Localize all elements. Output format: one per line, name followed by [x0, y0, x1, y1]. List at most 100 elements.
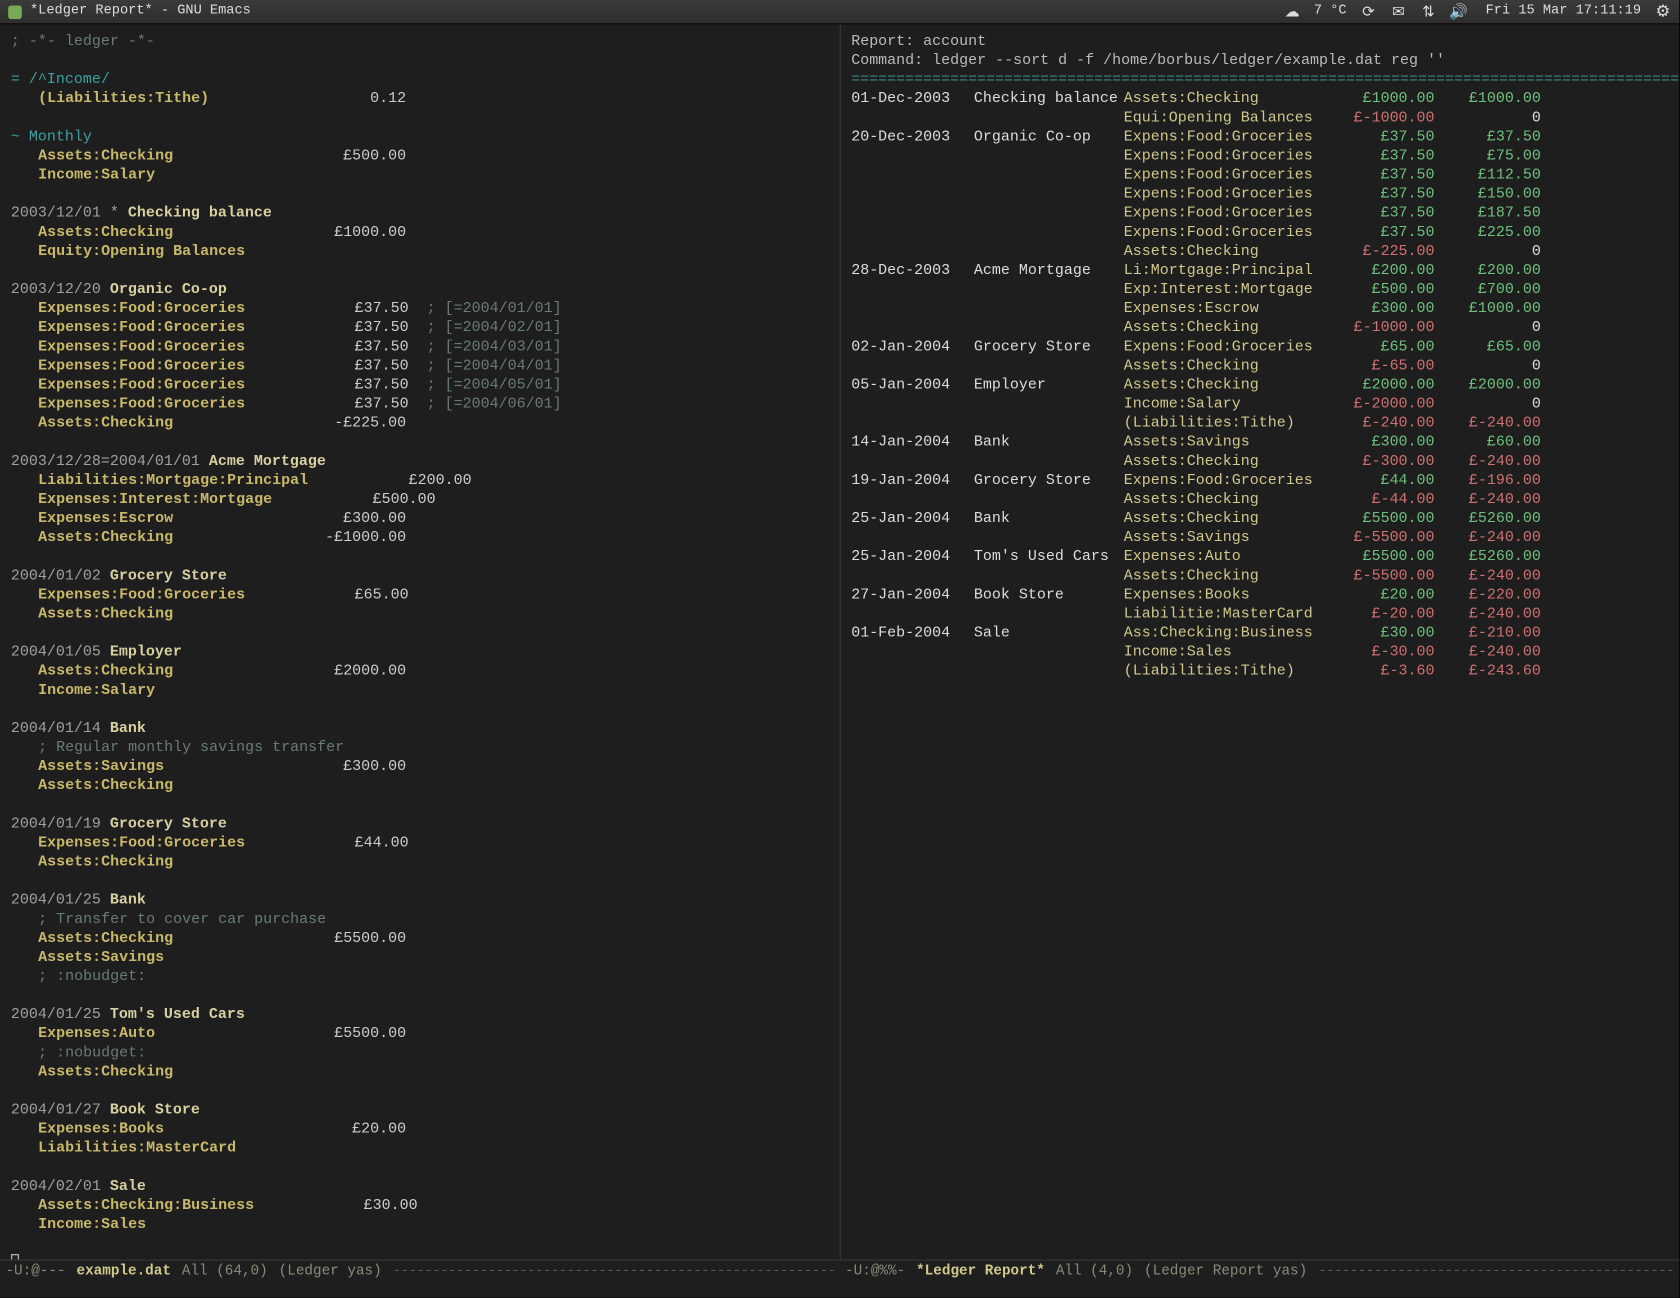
- posting: Assets:Checking-£225.00: [11, 414, 828, 433]
- posting: Expenses:Food:Groceries£37.50 ; [=2004/0…: [11, 376, 828, 395]
- transaction-head: 2004/01/25 Tom's Used Cars: [11, 1006, 828, 1025]
- report-row: Income:Sales £-30.00 £-240.00: [851, 643, 1668, 662]
- volume-icon[interactable]: 🔊: [1450, 3, 1466, 19]
- buffer-name: *Ledger Report*: [916, 1263, 1045, 1279]
- posting: (Liabilities:Tithe)0.12: [11, 90, 828, 109]
- posting: Expenses:Food:Groceries£37.50 ; [=2004/0…: [11, 395, 828, 414]
- report-row: 27-Jan-2004 Book Store Expenses:Books £2…: [851, 586, 1668, 605]
- posting: Assets:Checking-£1000.00: [11, 529, 828, 548]
- posting: Income:Sales: [11, 1216, 828, 1235]
- file-header: ; -*- ledger -*-: [11, 33, 828, 52]
- report-command: Command: ledger --sort d -f /home/borbus…: [851, 52, 1668, 71]
- report-row: Exp:Interest:Mortgage £500.00 £700.00: [851, 281, 1668, 300]
- editor-area: ; -*- ledger -*- = /^Income/(Liabilities…: [0, 25, 1679, 1282]
- report-row: Assets:Checking £-44.00 £-240.00: [851, 491, 1668, 510]
- weather-icon[interactable]: ☁: [1284, 3, 1300, 19]
- report-row: Assets:Savings £-5500.00 £-240.00: [851, 529, 1668, 548]
- posting: Liabilities:MasterCard: [11, 1139, 828, 1158]
- report-row: 19-Jan-2004 Grocery Store Expens:Food:Gr…: [851, 472, 1668, 491]
- report-row: 20-Dec-2003 Organic Co-op Expens:Food:Gr…: [851, 128, 1668, 147]
- posting: Expenses:Escrow£300.00: [11, 510, 828, 529]
- report-row: 01-Feb-2004 Sale Ass:Checking:Business £…: [851, 624, 1668, 643]
- report-row: Assets:Checking £-1000.00 0: [851, 319, 1668, 338]
- report-row: 28-Dec-2003 Acme Mortgage Li:Mortgage:Pr…: [851, 262, 1668, 281]
- tx-comment: ; :nobudget:: [11, 968, 828, 987]
- report-row: 25-Jan-2004 Bank Assets:Checking £5500.0…: [851, 510, 1668, 529]
- report-row: 05-Jan-2004 Employer Assets:Checking £20…: [851, 376, 1668, 395]
- transaction-head: 2004/02/01 Sale: [11, 1178, 828, 1197]
- network-icon[interactable]: ⇅: [1420, 3, 1436, 19]
- titlebar: *Ledger Report* - GNU Emacs ☁ 7 °C ⟳ ✉ ⇅…: [0, 0, 1679, 25]
- report-divider: ========================================…: [851, 71, 1668, 90]
- refresh-icon[interactable]: ⟳: [1360, 3, 1376, 19]
- report-row: Equi:Opening Balances £-1000.00 0: [851, 109, 1668, 128]
- report-row: 01-Dec-2003 Checking balanceAssets:Check…: [851, 90, 1668, 109]
- modeline-right[interactable]: -U:@%%- *Ledger Report* All (4,0) (Ledge…: [840, 1259, 1680, 1281]
- posting: Expenses:Food:Groceries£37.50 ; [=2004/0…: [11, 319, 828, 338]
- posting: Equity:Opening Balances: [11, 243, 828, 262]
- periodic-head: ~ Monthly: [11, 128, 828, 147]
- clock: Fri 15 Mar 17:11:19: [1486, 4, 1641, 19]
- posting: Expenses:Food:Groceries£44.00: [11, 834, 828, 853]
- tx-comment: ; Transfer to cover car purchase: [11, 910, 828, 929]
- posting: Assets:Checking:Business£30.00: [11, 1197, 828, 1216]
- minibuffer[interactable]: [0, 1281, 1679, 1297]
- report-row: Assets:Checking £-65.00 0: [851, 357, 1668, 376]
- report-row: Expens:Food:Groceries £37.50 £150.00: [851, 185, 1668, 204]
- modeline-status: -U:@%%-: [845, 1263, 905, 1279]
- ledger-report-buffer[interactable]: Report: accountCommand: ledger --sort d …: [839, 25, 1679, 1282]
- transaction-head: 2003/12/28=2004/01/01 Acme Mortgage: [11, 453, 828, 472]
- report-row: 25-Jan-2004 Tom's Used Cars Expenses:Aut…: [851, 548, 1668, 567]
- transaction-head: 2004/01/14 Bank: [11, 720, 828, 739]
- system-tray: ☁ 7 °C ⟳ ✉ ⇅ 🔊 Fri 15 Mar 17:11:19 ⚙: [1284, 3, 1671, 19]
- transaction-head: 2003/12/20 Organic Co-op: [11, 281, 828, 300]
- cursor-pos: All (4,0): [1056, 1263, 1133, 1279]
- report-row: Expens:Food:Groceries £37.50 £75.00: [851, 147, 1668, 166]
- report-row: Assets:Checking £-5500.00 £-240.00: [851, 567, 1668, 586]
- posting: Expenses:Food:Groceries£65.00: [11, 586, 828, 605]
- major-mode: (Ledger Report yas): [1144, 1263, 1307, 1279]
- report-row: Expens:Food:Groceries £37.50 £112.50: [851, 166, 1668, 185]
- buffer-name: example.dat: [76, 1263, 170, 1279]
- posting: Expenses:Books£20.00: [11, 1120, 828, 1139]
- report-row: 14-Jan-2004 Bank Assets:Savings £300.00 …: [851, 433, 1668, 452]
- transaction-head: 2004/01/27 Book Store: [11, 1101, 828, 1120]
- posting: Expenses:Food:Groceries£37.50 ; [=2004/0…: [11, 300, 828, 319]
- gear-icon[interactable]: ⚙: [1655, 3, 1671, 19]
- report-row: (Liabilities:Tithe) £-240.00 £-240.00: [851, 414, 1668, 433]
- report-row: 02-Jan-2004 Grocery Store Expens:Food:Gr…: [851, 338, 1668, 357]
- transaction-head: 2003/12/01 * Checking balance: [11, 204, 828, 223]
- posting: Assets:Checking: [11, 853, 828, 872]
- posting: Assets:Checking£1000.00: [11, 224, 828, 243]
- modeline-fill: ----------------------------------------…: [1318, 1263, 1674, 1279]
- posting: Income:Salary: [11, 682, 828, 701]
- modeline-left[interactable]: -U:@--- example.dat All (64,0) (Ledger y…: [0, 1259, 840, 1281]
- transaction-head: 2004/01/05 Employer: [11, 643, 828, 662]
- posting: Assets:Checking£5500.00: [11, 930, 828, 949]
- ledger-file-buffer[interactable]: ; -*- ledger -*- = /^Income/(Liabilities…: [0, 25, 839, 1282]
- report-row: Expens:Food:Groceries £37.50 £187.50: [851, 204, 1668, 223]
- major-mode: (Ledger yas): [279, 1263, 382, 1279]
- report-title: Report: account: [851, 33, 1668, 52]
- mail-icon[interactable]: ✉: [1390, 3, 1406, 19]
- posting: Assets:Checking: [11, 777, 828, 796]
- emacs-icon: [8, 5, 22, 19]
- window-title: *Ledger Report* - GNU Emacs: [30, 4, 251, 19]
- report-row: (Liabilities:Tithe) £-3.60 £-243.60: [851, 662, 1668, 681]
- modeline-fill: ----------------------------------------…: [393, 1263, 835, 1279]
- posting: Assets:Checking£500.00: [11, 147, 828, 166]
- report-row: Assets:Checking £-225.00 0: [851, 243, 1668, 262]
- posting: Expenses:Auto£5500.00: [11, 1025, 828, 1044]
- modeline-bar: -U:@--- example.dat All (64,0) (Ledger y…: [0, 1259, 1679, 1281]
- modeline-status: -U:@---: [5, 1263, 65, 1279]
- weather-temp: 7 °C: [1314, 4, 1347, 19]
- report-row: Expens:Food:Groceries £37.50 £225.00: [851, 224, 1668, 243]
- posting: Assets:Checking: [11, 605, 828, 624]
- transaction-head: 2004/01/25 Bank: [11, 891, 828, 910]
- transaction-head: 2004/01/02 Grocery Store: [11, 567, 828, 586]
- tx-comment: ; :nobudget:: [11, 1044, 828, 1063]
- posting: Expenses:Food:Groceries£37.50 ; [=2004/0…: [11, 338, 828, 357]
- posting: Expenses:Interest:Mortgage£500.00: [11, 491, 828, 510]
- posting: Assets:Savings: [11, 949, 828, 968]
- cursor-pos: All (64,0): [182, 1263, 268, 1279]
